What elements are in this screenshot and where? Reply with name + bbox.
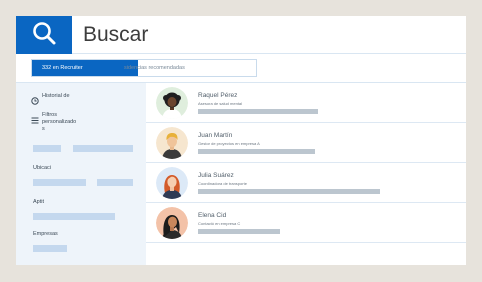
candidate-role: Coordinadora de transporte <box>198 181 247 186</box>
search-icon <box>31 20 57 51</box>
skills-filter-value[interactable] <box>33 213 115 220</box>
companies-filter-value[interactable] <box>33 245 67 252</box>
candidate-role: Contactó en empresa C <box>198 221 241 226</box>
recruiter-filter-chip[interactable]: 332 en Recruiter <box>32 60 138 76</box>
candidate-detail-placeholder <box>198 229 280 234</box>
results-list: Raquel Pérez Asesora de salud mental Jua… <box>146 82 466 265</box>
clock-icon <box>31 92 39 110</box>
page-title: Buscar <box>83 23 149 46</box>
location-filter-label: Ubicaci <box>33 165 52 171</box>
candidate-name[interactable]: Juan Martín <box>198 132 232 139</box>
search-filter-input[interactable]: 332 en Recruiter sidencias recomendadas <box>31 59 257 77</box>
filter-list-icon <box>31 111 39 129</box>
filter-placeholder-bar <box>73 145 133 152</box>
candidate-role: Gestor de proyectos en empresa A <box>198 141 260 146</box>
candidate-row[interactable]: Raquel Pérez Asesora de salud mental <box>146 83 466 123</box>
location-filter-value[interactable] <box>33 179 86 186</box>
candidate-row[interactable]: Julia Suárez Coordinadora de transporte <box>146 163 466 203</box>
candidate-name[interactable]: Elena Cid <box>198 212 226 219</box>
candidate-name[interactable]: Julia Suárez <box>198 172 234 179</box>
avatar <box>156 207 188 239</box>
search-button[interactable] <box>16 16 72 54</box>
filters-sidebar: Historial de Filtros personalizado s Ubi… <box>16 82 146 265</box>
candidate-role: Asesora de salud mental <box>198 101 243 106</box>
filter-row: 332 en Recruiter sidencias recomendadas <box>16 56 466 82</box>
skills-filter-label: Aptit <box>33 199 45 205</box>
recruiter-app: Buscar 332 en Recruiter sidencias recome… <box>16 16 466 265</box>
filter-placeholder-bar <box>33 145 61 152</box>
candidate-detail-placeholder <box>198 189 380 194</box>
avatar <box>156 87 188 119</box>
candidate-row[interactable]: Elena Cid Contactó en empresa C <box>146 203 466 243</box>
custom-filters-label-line2: personalizado <box>42 119 77 125</box>
search-header: Buscar <box>16 16 466 54</box>
candidate-row[interactable]: Juan Martín Gestor de proyectos en empre… <box>146 123 466 163</box>
filter-text: sidencias recomendadas <box>124 65 185 71</box>
custom-filters-label-line3: s <box>42 126 45 132</box>
location-filter-value[interactable] <box>97 179 133 186</box>
candidate-detail-placeholder <box>198 149 315 154</box>
custom-filters-link[interactable]: Filtros <box>42 112 57 118</box>
companies-filter-label: Empresas <box>33 231 58 237</box>
candidate-name[interactable]: Raquel Pérez <box>198 92 237 99</box>
history-link[interactable]: Historial de <box>42 93 70 99</box>
avatar <box>156 127 188 159</box>
avatar <box>156 167 188 199</box>
candidate-detail-placeholder <box>198 109 318 114</box>
